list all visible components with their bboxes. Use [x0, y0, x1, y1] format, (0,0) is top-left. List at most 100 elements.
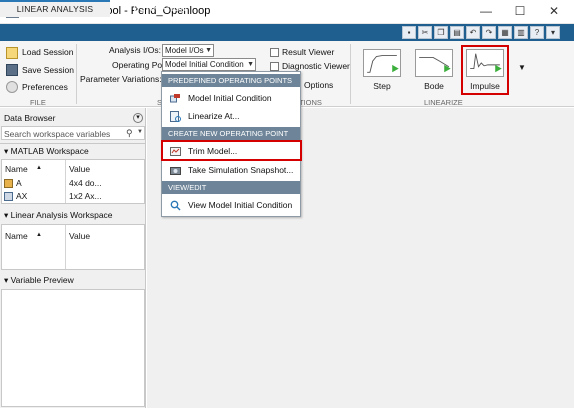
menu-header-predefined: PREDEFINED OPERATING POINTS: [162, 74, 300, 87]
collapse-icon: ▾: [4, 146, 11, 156]
linear-workspace-table: Name ▲ Value: [1, 224, 145, 270]
trim-model-highlight: [161, 140, 302, 161]
bode-button[interactable]: Bode: [411, 46, 457, 94]
diagnostic-viewer-label: Diagnostic Viewer: [282, 61, 350, 71]
bode-plot-icon: [415, 49, 453, 77]
table-row[interactable]: A 4x4 do...: [2, 177, 144, 190]
save-session-button[interactable]: Save Session: [22, 65, 74, 75]
row-name: A: [16, 178, 22, 188]
row-value: 1x2 Ax...: [69, 191, 102, 201]
help-icon[interactable]: ?: [530, 26, 544, 39]
layout-icon[interactable]: ▥: [514, 26, 528, 39]
tab-estimation[interactable]: ESTIMATION: [110, 0, 210, 17]
menu-item-label: Take Simulation Snapshot...: [188, 165, 294, 175]
impulse-plot-icon: [466, 49, 504, 77]
col-header-value[interactable]: Value: [69, 231, 90, 241]
chevron-down-icon: ▼: [137, 129, 143, 135]
expand-icon[interactable]: ▾: [546, 26, 560, 39]
options-section-label: TIONS: [299, 98, 322, 107]
menu-item-linearize-at[interactable]: Linearize At...: [162, 108, 300, 125]
analysis-ios-label: Analysis I/Os:: [109, 45, 161, 55]
result-viewer-checkbox[interactable]: [270, 48, 279, 57]
row-value: 4x4 do...: [69, 178, 102, 188]
sort-icon: ▲: [36, 232, 42, 238]
quick-access-toolbar: ▪ ✂ ❐ ▤ ↶ ↷ ▦ ▥ ? ▾: [396, 24, 574, 41]
save-icon[interactable]: ▪: [402, 26, 416, 39]
column-divider: [65, 225, 66, 269]
bode-label: Bode: [424, 81, 444, 91]
maximize-button[interactable]: ☐: [510, 3, 530, 20]
tab-view[interactable]: VIEW: [328, 0, 396, 17]
variable-preview-header[interactable]: ▾ Variable Preview: [0, 273, 145, 288]
data-browser-panel: Data Browser ▾ Search workspace variable…: [0, 108, 146, 408]
preferences-button[interactable]: Preferences: [22, 82, 68, 92]
object-variable-icon: [4, 192, 13, 201]
snapshot-icon: [170, 167, 181, 175]
menu-item-label: Linearize At...: [188, 111, 240, 121]
paste-icon[interactable]: ▤: [450, 26, 464, 39]
step-plot-icon: [363, 49, 401, 77]
model-icon: [170, 94, 180, 103]
linearize-at-icon: [170, 111, 181, 122]
collapse-icon: ▾: [4, 275, 11, 285]
save-session-icon: [6, 64, 18, 76]
copy-icon[interactable]: ❐: [434, 26, 448, 39]
impulse-button[interactable]: Impulse: [461, 45, 509, 95]
operating-point-value: Model Initial Condition: [165, 60, 244, 69]
col-header-name[interactable]: Name: [5, 164, 28, 174]
analysis-ios-dropdown[interactable]: Model I/Os ▼: [162, 44, 214, 57]
close-button[interactable]: ✕: [544, 3, 564, 20]
file-section-label: FILE: [30, 98, 46, 107]
search-input[interactable]: Search workspace variables: [4, 129, 110, 139]
menu-item-simulation-snapshot[interactable]: Take Simulation Snapshot...: [162, 162, 300, 179]
col-header-name[interactable]: Name: [5, 231, 28, 241]
tab-plots-and-results[interactable]: PLOTS AND RESULTS: [210, 0, 328, 17]
linear-workspace-title: Linear Analysis Workspace: [10, 210, 113, 220]
minimize-button[interactable]: —: [476, 3, 496, 20]
divider: [76, 44, 77, 104]
matlab-workspace-table: Name ▲ Value A 4x4 do... AX 1x2 Ax...: [1, 159, 145, 204]
folder-icon: [6, 47, 18, 59]
variable-preview-area: [1, 289, 145, 407]
step-button[interactable]: Step: [359, 46, 405, 94]
load-session-button[interactable]: Load Session: [22, 47, 74, 57]
linearize-section-label: LINEARIZE: [424, 98, 463, 107]
table-row[interactable]: AX 1x2 Ax...: [2, 190, 144, 203]
search-box[interactable]: Search workspace variables ⚲ ▼: [1, 126, 145, 140]
linear-workspace-header[interactable]: ▾ Linear Analysis Workspace: [0, 208, 145, 223]
matlab-workspace-title: MATLAB Workspace: [10, 146, 89, 156]
analysis-ios-value: Model I/Os: [165, 46, 204, 55]
collapse-icon: ▾: [4, 210, 11, 220]
magnifier-icon: [170, 200, 181, 211]
parameter-variations-label: Parameter Variations:: [80, 74, 162, 84]
diagnostic-viewer-checkbox[interactable]: [270, 62, 279, 71]
panel-actions-icon[interactable]: ▾: [133, 113, 143, 123]
matlab-workspace-header[interactable]: ▾ MATLAB Workspace: [0, 143, 145, 158]
menu-item-model-initial-condition[interactable]: Model Initial Condition: [162, 90, 300, 107]
cut-icon[interactable]: ✂: [418, 26, 432, 39]
menu-item-label: Model Initial Condition: [188, 93, 272, 103]
variable-preview-title: Variable Preview: [10, 275, 74, 285]
operating-point-dropdown[interactable]: Model Initial Condition ▼: [162, 58, 256, 71]
sort-icon: ▲: [36, 165, 42, 171]
impulse-label: Impulse: [470, 81, 500, 91]
menu-item-view-initial-condition[interactable]: View Model Initial Condition: [162, 197, 300, 214]
menu-item-label: View Model Initial Condition: [188, 200, 293, 210]
search-icon: ⚲: [126, 128, 133, 138]
redo-icon[interactable]: ↷: [482, 26, 496, 39]
chevron-down-icon: ▼: [247, 61, 254, 68]
undo-icon[interactable]: ↶: [466, 26, 480, 39]
gear-icon: [6, 81, 18, 93]
matrix-variable-icon: [4, 179, 13, 188]
tile-icon[interactable]: ▦: [498, 26, 512, 39]
col-header-value[interactable]: Value: [69, 164, 90, 174]
menu-header-create: CREATE NEW OPERATING POINT: [162, 127, 300, 140]
tab-linear-analysis[interactable]: LINEAR ANALYSIS: [0, 0, 110, 17]
chevron-down-icon: ▼: [205, 47, 212, 54]
more-plots-chevron-icon[interactable]: ▼: [518, 63, 526, 72]
step-label: Step: [373, 81, 391, 91]
options-button[interactable]: Options: [304, 80, 333, 90]
row-name: AX: [16, 191, 28, 201]
data-browser-title: Data Browser: [0, 111, 145, 126]
divider: [350, 44, 351, 104]
